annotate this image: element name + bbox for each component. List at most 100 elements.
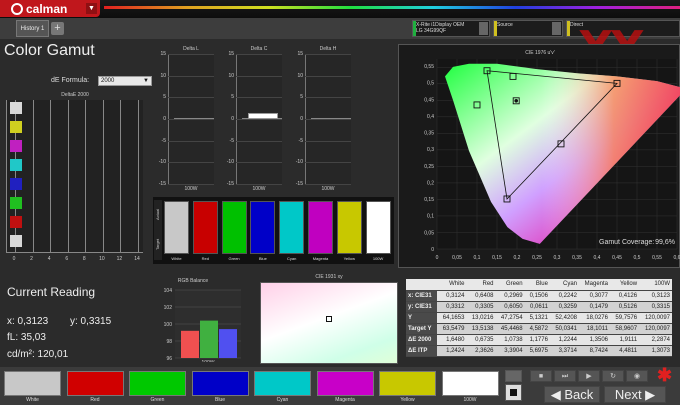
tab-history[interactable]: History 1 [16,20,49,37]
view-button[interactable]: ◉ [626,370,648,382]
table-cell: 4,4811 [610,345,640,357]
read-continuous-button[interactable]: ■ [530,370,552,382]
calman-menu-button[interactable]: calman ▼ [0,0,100,17]
play-button[interactable]: ▶ [578,370,600,382]
y-tick-label: -15 [158,181,166,187]
rgb-bar-r [181,330,199,358]
bottom-swatch-red[interactable] [66,371,124,396]
y-tick-label: 0,5 [427,81,434,87]
cie1931-title: CIE 1931 xy [315,274,343,280]
patch-cyan[interactable] [279,201,305,254]
table-cell: 47,2754 [495,312,525,324]
bottom-swatch-green[interactable] [129,371,186,396]
gridline [120,100,122,252]
rgb-bar-b [219,329,237,358]
gridline [305,54,351,55]
add-tab-button[interactable]: + [51,22,64,35]
patch-red[interactable] [192,201,218,254]
next-button[interactable]: Next ▶ [604,386,666,403]
gridline [85,100,87,252]
de-color-swatch [10,140,22,152]
table-cell: 45,4468 [495,323,525,335]
bottom-swatch-yellow[interactable] [379,371,436,396]
table-cell: 5,1321 [524,312,550,324]
y-tick-label: 5 [163,94,166,101]
column-header: Red [466,279,496,291]
patch-label: Magenta [312,256,329,261]
x-tick-label: 0,15 [492,255,502,261]
patch-100w[interactable] [365,201,391,254]
patch-yellow[interactable] [336,201,362,254]
table-cell: 0,3312 [437,301,467,313]
page-title: Color Gamut [4,42,95,59]
y-tick-label: 10 [297,72,303,79]
table-cell: 0,2969 [495,290,525,302]
de-color-swatch [10,159,22,171]
read-series-button[interactable]: ⏭ [554,370,576,382]
white-point [514,99,518,103]
y-tick-label: 0,25 [424,164,434,170]
table-row: ΔE 2000 1,6480 0,6735 1,0738 1,1776 1,2244 1,3… [406,334,672,346]
patch-white[interactable] [164,201,189,254]
x-tick-label: 0 [12,256,16,262]
dropdown-icon [552,22,561,35]
source-selector[interactable]: Source [493,20,563,37]
table-cell: 58,9607 [610,323,640,335]
bottom-swatch-cyan[interactable] [254,371,311,396]
table-cell: 0,3305 [466,301,496,313]
gridline [32,100,34,252]
x-tick-label: 12 [116,256,123,262]
chevron-down-icon: ▼ [86,3,97,14]
y-tick-label: 0,45 [424,97,434,103]
y-tick-label: 0,05 [424,230,434,236]
de-formula-select[interactable]: 2000 ▼ [98,76,152,86]
cie1931-chart [260,282,398,364]
gamut-coverage-value: 99,6% [655,239,675,246]
repeat-button[interactable]: ↻ [602,370,624,382]
rgb-foot-label: 100W [201,360,214,362]
bottom-swatch-magenta[interactable] [316,371,374,396]
patch-blue[interactable] [250,201,276,254]
y-tick-label: 104 [164,288,173,294]
table-cell: 2,2874 [639,334,672,346]
plot-title: Delta H [319,46,337,52]
y-tick-label: 0,15 [424,197,434,203]
gridline [67,100,69,252]
y-tick-label: 15 [297,51,303,57]
patch-magenta[interactable] [308,201,333,254]
reading-fl: fL: 35,03 [7,332,46,343]
column-header: White [437,279,467,291]
row-label: y: CIE31 [406,301,438,313]
tab-bar: History 1 + X-Rite i1Display OEM LG 34G9… [0,18,680,75]
reading-y: y: 0,3315 [70,316,112,327]
column-header [406,279,438,291]
table-row: Target Y 63,5479 13,5138 45,4468 4,5872 50,03… [406,323,672,335]
swatch-label: White [26,397,39,403]
x-tick-label: 8 [82,256,86,262]
stop-button[interactable] [505,384,522,401]
plot-title: Delta C [250,46,268,52]
bottom-swatch-white[interactable] [4,371,61,396]
record-button[interactable] [505,370,522,382]
eye-icon: ◉ [633,373,641,380]
table-cell: 18,0276 [579,312,610,324]
table-row: y: CIE31 0,3312 0,3305 0,6050 0,0611 0,3259 0,… [406,301,672,313]
y-tick-label: 0,1 [427,214,434,220]
back-button[interactable]: ◀ Back [544,386,600,403]
gridline [305,97,351,99]
y-tick-label: 98 [166,339,172,345]
row-label: ΔE ITP [406,345,438,357]
patch-green[interactable] [221,201,247,254]
table-cell: 120,0097 [639,312,672,324]
play-icon: ▶ [586,373,592,380]
app-logo-text: calman [26,1,68,16]
source-label: Source [497,22,513,28]
x-tick-label: 0 [436,255,439,261]
table-cell: 0,3124 [437,290,467,302]
gridline [236,119,282,120]
bottom-swatch-blue[interactable] [191,371,249,396]
rainbow-stripe [104,6,680,9]
y-tick-label: 0,2 [427,180,434,186]
meter-selector[interactable]: X-Rite i1Display OEM LG 34G99QF [412,20,490,37]
bottom-swatch-100w[interactable] [441,371,499,396]
